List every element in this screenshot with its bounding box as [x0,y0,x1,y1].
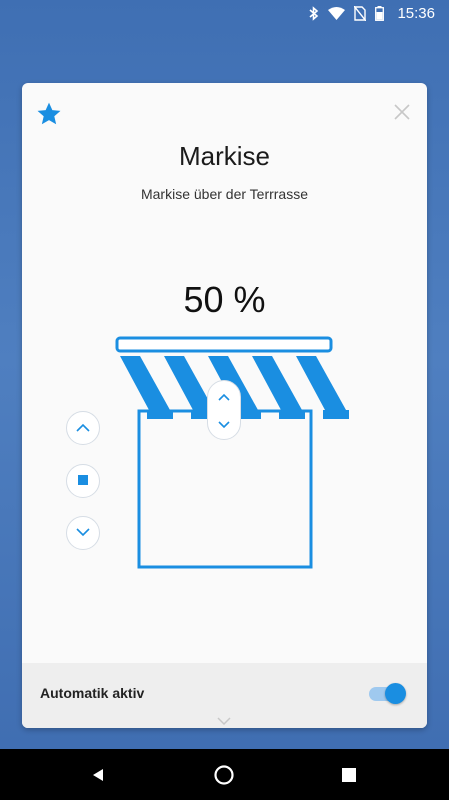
stop-button[interactable] [66,464,100,498]
home-icon[interactable] [212,763,236,787]
recents-icon[interactable] [337,763,361,787]
toggle-thumb [385,683,406,704]
chevron-down-icon[interactable] [217,713,231,726]
favorite-star-icon[interactable] [36,101,62,127]
up-arrow-icon [76,419,90,437]
awning-illustration [115,336,349,569]
down-arrow-icon [76,524,90,542]
bluetooth-icon [309,5,319,21]
back-icon[interactable] [86,763,110,787]
clock: 15:36 [397,4,435,22]
device-subtitle: Markise über der Terrrasse [140,186,309,202]
awning-card: Markise Markise über der Terrrasse 50 % [22,83,427,728]
automation-footer: Automatik aktiv [22,663,427,728]
awning-up-button[interactable] [208,382,240,411]
no-sim-icon [354,5,367,21]
close-icon[interactable] [393,103,411,121]
automatic-toggle[interactable] [367,679,409,707]
awning-position-control [207,380,241,440]
battery-icon [375,5,385,21]
stop-icon [78,472,88,490]
open-up-button[interactable] [66,411,100,445]
navigation-bar [0,749,449,800]
position-readout: 50 % [183,279,266,320]
status-bar: 15:36 [0,0,449,26]
close-down-button[interactable] [66,516,100,550]
automatic-label: Automatik aktiv [40,685,145,701]
awning-down-button[interactable] [208,410,240,439]
wifi-icon [328,6,346,20]
device-title: Markise [178,141,270,171]
